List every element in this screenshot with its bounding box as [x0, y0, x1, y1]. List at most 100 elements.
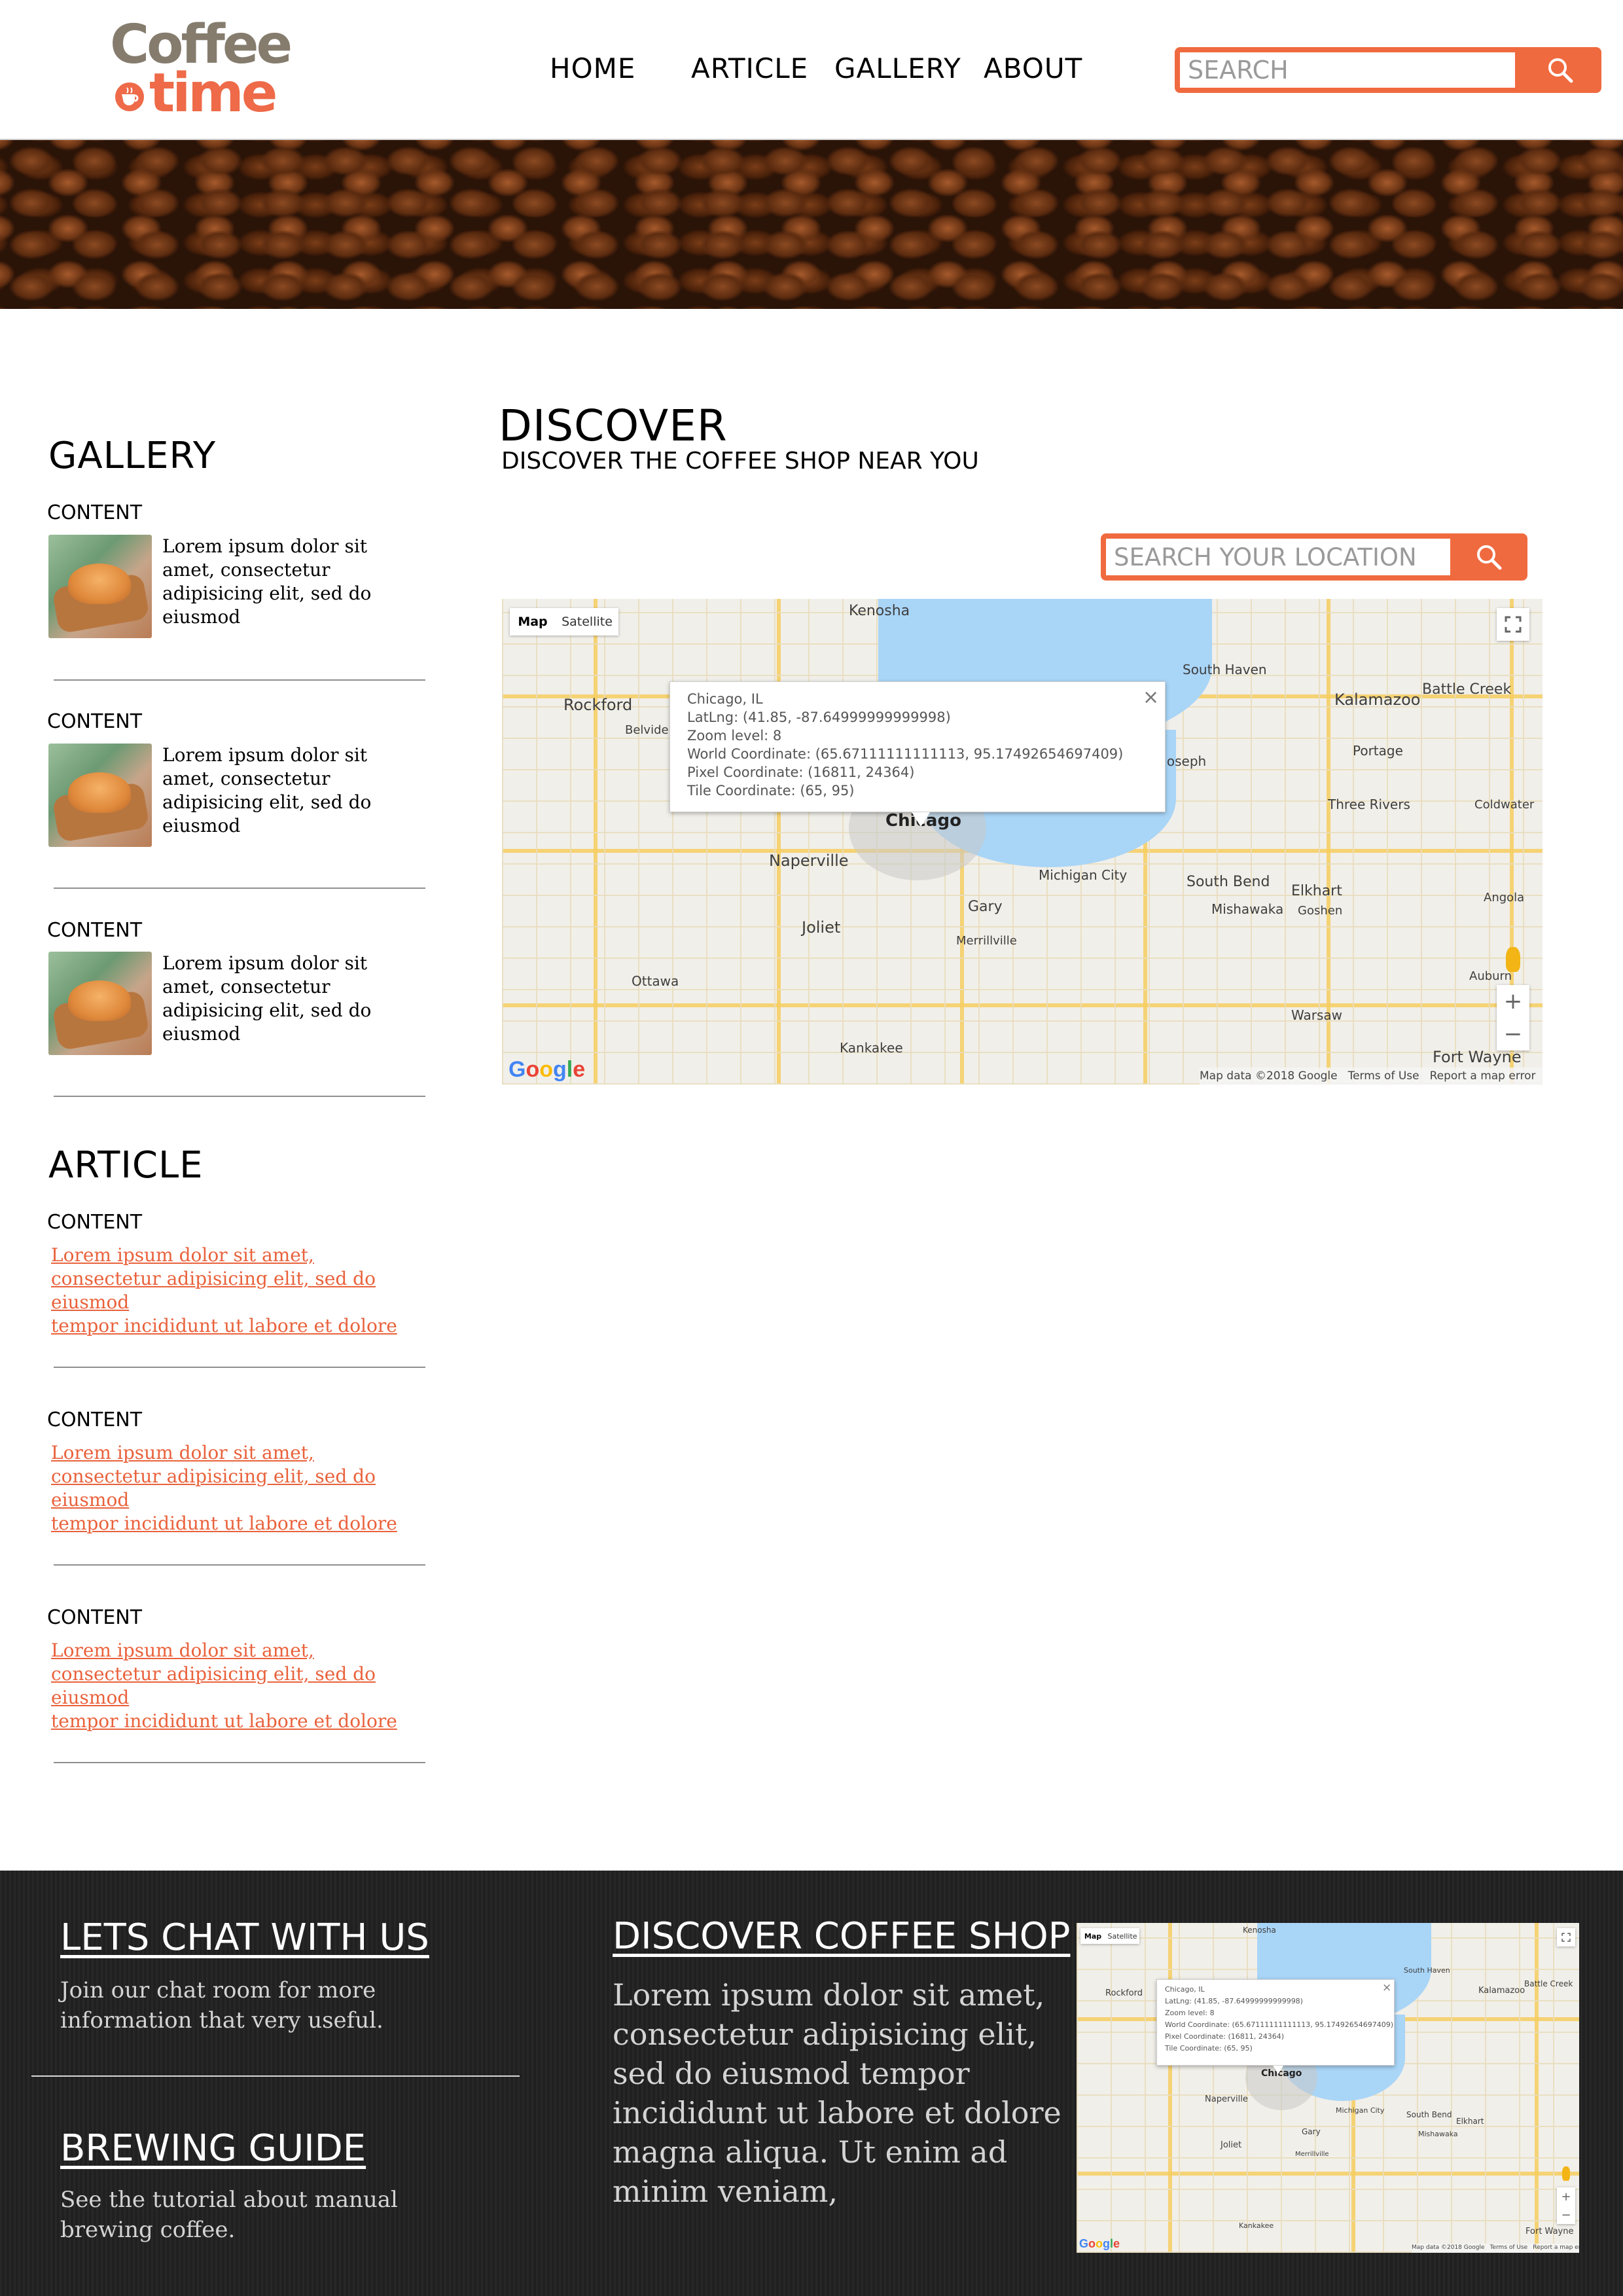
gallery-thumbnail[interactable]: [48, 535, 152, 638]
map-info-popup: Chicago, IL LatLng: (41.85, -87.64999999…: [669, 681, 1166, 812]
terms-of-use-link[interactable]: Terms of Use: [1348, 1067, 1430, 1085]
map-label-elkhart: Elkhart: [1291, 883, 1342, 899]
footer-map[interactable]: Kenosha Rockford South Haven Kalamazoo B…: [1077, 1923, 1579, 2253]
footer-chat-text-line: information that very useful.: [60, 2007, 383, 2034]
footer-chat-title[interactable]: LETS CHAT WITH US: [60, 1916, 429, 1959]
report-map-error-link[interactable]: Report a map error: [1533, 2244, 1579, 2253]
map-info-popup: Chicago, IL LatLng: (41.85, -87.64999999…: [1156, 1979, 1395, 2066]
footer-discover-text-line: consectetur adipisicing elit,: [613, 2017, 1037, 2052]
coffee-time-logo[interactable]: Coffee time: [110, 18, 293, 120]
article-link[interactable]: Lorem ipsum dolor sit amet, consectetur …: [51, 1639, 418, 1733]
gallery-thumbnail[interactable]: [48, 952, 152, 1055]
map-label-fort-wayne: Fort Wayne: [1433, 1048, 1522, 1066]
map-label-michigan-city: Michigan City: [1336, 2106, 1385, 2115]
discover-subtitle: DISCOVER THE COFFEE SHOP NEAR YOU: [501, 448, 979, 475]
nav-home[interactable]: HOME: [550, 52, 635, 84]
popup-line: Tile Coordinate: (65, 95): [1165, 2044, 1253, 2053]
footer-discover-text-line: sed do eiusmod tempor: [613, 2056, 970, 2091]
map-type-map-button[interactable]: Map: [1080, 1928, 1105, 1944]
map-label-merrillville: Merrillville: [1295, 2151, 1329, 2158]
search-icon: [1477, 545, 1502, 570]
google-logo: Google: [508, 1057, 586, 1082]
article-link[interactable]: Lorem ipsum dolor sit amet, consectetur …: [51, 1244, 418, 1338]
report-map-error-link[interactable]: Report a map error: [1430, 1067, 1543, 1085]
map-label-kankakee: Kankakee: [1239, 2221, 1274, 2230]
pegman-icon[interactable]: [1506, 947, 1520, 972]
map-data-credit: Map data ©2018 Google: [1412, 2244, 1485, 2251]
close-icon[interactable]: ×: [1143, 686, 1159, 709]
close-icon[interactable]: ×: [1382, 1981, 1391, 1994]
footer-discover-text-line: Lorem ipsum dolor sit amet,: [613, 1977, 1045, 2013]
fullscreen-button[interactable]: [1497, 608, 1529, 641]
article-link-line: eiusmod: [51, 1489, 130, 1511]
map-label-battle-creek: Battle Creek: [1422, 681, 1512, 698]
map-type-satellite-button[interactable]: Satellite: [1105, 1928, 1139, 1944]
map-label-portage: Portage: [1353, 743, 1403, 759]
map-label-ottawa: Ottawa: [632, 973, 679, 989]
map-label-south-bend: South Bend: [1186, 874, 1270, 890]
map-label-goshen: Goshen: [1298, 904, 1343, 918]
zoom-control: + −: [1557, 2187, 1575, 2224]
gallery-divider: [54, 1096, 425, 1097]
map-type-map-button[interactable]: Map: [510, 608, 556, 636]
zoom-in-button[interactable]: +: [1561, 2187, 1571, 2206]
article-link-line: Lorem ipsum dolor sit amet,: [51, 1442, 314, 1463]
map-label-warsaw: Warsaw: [1291, 1007, 1343, 1023]
map-label-naperville: Naperville: [769, 852, 849, 870]
article-divider: [54, 1762, 425, 1763]
pegman-icon[interactable]: [1562, 2166, 1570, 2181]
map-label-joliet: Joliet: [802, 918, 841, 937]
header-search-input[interactable]: [1180, 52, 1515, 88]
article-link-line: tempor incididunt ut labore et dolore: [51, 1315, 397, 1336]
gallery-divider: [54, 888, 425, 889]
discover-map[interactable]: Kenosha Rockford Belvider South Haven Ka…: [502, 599, 1543, 1085]
search-icon: [1548, 58, 1573, 83]
article-link-line: eiusmod: [51, 1687, 130, 1708]
zoom-out-button[interactable]: −: [1504, 1018, 1523, 1050]
map-label-naperville: Naperville: [1205, 2094, 1248, 2104]
header-search: [1175, 47, 1601, 93]
map-label-kalamazoo: Kalamazoo: [1478, 1986, 1525, 1996]
google-logo: Google: [1079, 2237, 1120, 2250]
footer-discover-title[interactable]: DISCOVER COFFEE SHOP: [613, 1915, 1070, 1958]
map-attribution: Map data ©2018 Google Terms of Use Repor…: [1200, 1067, 1543, 1085]
map-type-satellite-button[interactable]: Satellite: [556, 608, 618, 636]
footer-chat-text: Join our chat room for more information …: [60, 1975, 383, 2036]
discover-title: DISCOVER: [499, 401, 728, 451]
nav-article[interactable]: ARTICLE: [691, 52, 808, 84]
map-label-south-haven: South Haven: [1404, 1966, 1450, 1975]
coffee-cup-icon: [115, 82, 144, 111]
popup-line: World Coordinate: (65.67111111111113, 95…: [1165, 2020, 1394, 2029]
popup-line: Pixel Coordinate: (16811, 24364): [1165, 2032, 1285, 2041]
popup-pointer: [1273, 2066, 1283, 2074]
gallery-divider: [54, 679, 425, 681]
footer-divider: [31, 2075, 520, 2077]
popup-line: Chicago, IL: [1165, 1985, 1205, 1994]
map-label-kalamazoo: Kalamazoo: [1334, 691, 1421, 709]
article-link[interactable]: Lorem ipsum dolor sit amet, consectetur …: [51, 1441, 418, 1535]
fullscreen-button[interactable]: [1557, 1928, 1575, 1946]
location-search-input[interactable]: [1106, 539, 1450, 575]
popup-line: Chicago, IL: [687, 691, 763, 707]
map-label-kenosha: Kenosha: [849, 603, 910, 619]
map-label-south-bend: South Bend: [1406, 2110, 1452, 2119]
location-search-button[interactable]: [1450, 533, 1527, 581]
article-link-line: consectetur adipisicing elit, sed do: [51, 1268, 376, 1289]
popup-pointer: [912, 812, 930, 827]
terms-of-use-link[interactable]: Terms of Use: [1490, 2244, 1533, 2253]
nav-about[interactable]: ABOUT: [984, 52, 1082, 84]
zoom-control: + −: [1497, 985, 1529, 1050]
popup-line: Zoom level: 8: [1165, 2009, 1215, 2017]
zoom-in-button[interactable]: +: [1504, 985, 1523, 1018]
map-label-fort-wayne: Fort Wayne: [1525, 2227, 1574, 2236]
header-search-button[interactable]: [1518, 47, 1601, 93]
popup-line: World Coordinate: (65.67111111111113, 95…: [687, 746, 1124, 762]
nav-gallery[interactable]: GALLERY: [834, 52, 961, 84]
gallery-thumbnail[interactable]: [48, 744, 152, 847]
map-label-coldwater: Coldwater: [1474, 798, 1535, 812]
popup-line: LatLng: (41.85, -87.64999999999998): [687, 709, 951, 725]
map-label-elkhart: Elkhart: [1456, 2117, 1484, 2126]
zoom-out-button[interactable]: −: [1561, 2206, 1571, 2224]
popup-line: LatLng: (41.85, -87.64999999999998): [1165, 1997, 1303, 2005]
footer-brewing-title[interactable]: BREWING GUIDE: [60, 2127, 366, 2170]
